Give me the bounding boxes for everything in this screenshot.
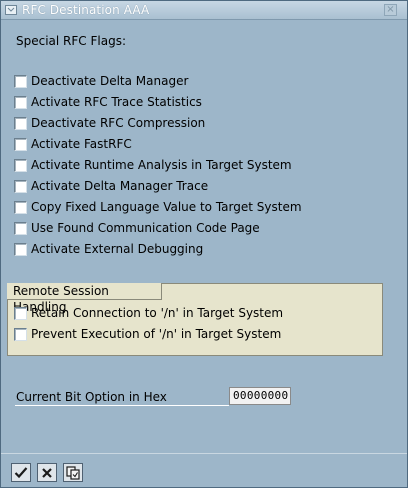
rfc-destination-dialog: RFC Destination AAA × Special RFC Flags:… [0,0,408,488]
flag-deactivate-rfc-compression[interactable]: Deactivate RFC Compression [14,115,205,131]
checkbox-label: Activate External Debugging [31,242,204,256]
checkbox-label: Copy Fixed Language Value to Target Syst… [31,200,302,214]
checkbox-label: Deactivate Delta Manager [31,74,189,88]
checkbox-label: Prevent Execution of '/n' in Target Syst… [31,327,282,341]
checkbox-label: Activate FastRFC [31,137,132,151]
flag-deactivate-delta-manager[interactable]: Deactivate Delta Manager [14,73,188,89]
window-menu-icon[interactable] [5,4,17,16]
label-underline [15,405,229,406]
flag-retain-connection[interactable]: Retain Connection to '/n' in Target Syst… [14,305,283,321]
cancel-x-icon [42,467,52,478]
remote-session-group-title: Remote Session Handling [7,283,162,314]
checkbox[interactable] [14,116,27,130]
flag-use-found-communication-code-page[interactable]: Use Found Communication Code Page [14,220,260,236]
checkbox-label: Retain Connection to '/n' in Target Syst… [31,306,284,320]
flag-activate-fastrfc[interactable]: Activate FastRFC [14,136,132,152]
checkbox-label: Activate Delta Manager Trace [31,179,209,193]
dialog-toolbar [1,453,407,487]
checkbox[interactable] [14,242,27,256]
close-button[interactable]: × [384,4,397,16]
copy-button[interactable] [63,463,83,482]
title-bar[interactable]: RFC Destination AAA × [1,1,407,20]
copy-icon [66,465,80,480]
confirm-button[interactable] [11,463,31,482]
flag-copy-fixed-language-value[interactable]: Copy Fixed Language Value to Target Syst… [14,199,302,215]
checkbox[interactable] [14,158,27,172]
checkmark-icon [14,467,28,479]
checkbox-label: Activate Runtime Analysis in Target Syst… [31,158,292,172]
checkbox[interactable] [14,306,27,320]
checkbox-label: Use Found Communication Code Page [31,221,260,235]
cancel-button[interactable] [37,463,57,482]
special-rfc-flags-label: Special RFC Flags: [16,34,126,48]
checkbox[interactable] [14,74,27,88]
flag-activate-rfc-trace-statistics[interactable]: Activate RFC Trace Statistics [14,94,202,110]
checkbox[interactable] [14,200,27,214]
checkbox-label: Deactivate RFC Compression [31,116,206,130]
checkbox[interactable] [14,137,27,151]
window-title: RFC Destination AAA [22,3,150,17]
flag-activate-external-debugging[interactable]: Activate External Debugging [14,241,203,257]
checkbox[interactable] [14,221,27,235]
close-icon: × [386,4,395,15]
checkbox-label: Activate RFC Trace Statistics [31,95,202,109]
checkbox[interactable] [14,179,27,193]
checkbox[interactable] [14,327,27,341]
bit-option-label: Current Bit Option in Hex [16,390,167,404]
checkbox[interactable] [14,95,27,109]
flag-prevent-execution[interactable]: Prevent Execution of '/n' in Target Syst… [14,326,281,342]
flag-activate-delta-manager-trace[interactable]: Activate Delta Manager Trace [14,178,208,194]
flag-activate-runtime-analysis[interactable]: Activate Runtime Analysis in Target Syst… [14,157,292,173]
bit-option-hex-field[interactable]: 00000000 [229,387,291,405]
